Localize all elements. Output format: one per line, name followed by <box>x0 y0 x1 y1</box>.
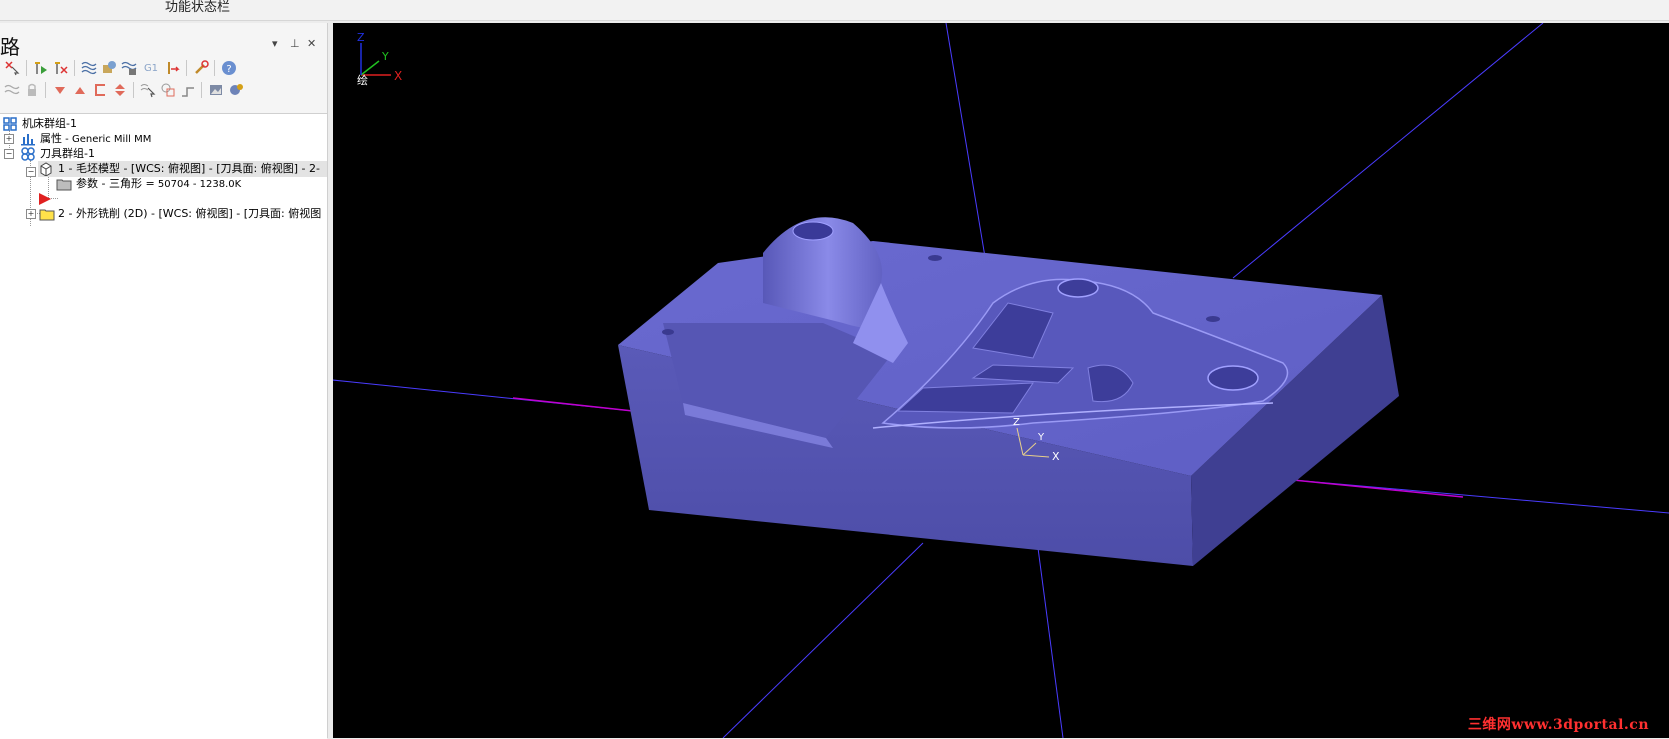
path-icon[interactable] <box>179 81 197 99</box>
tree-row-parameters[interactable]: 参数 - 三角形 = 50704 - 1238.0K <box>0 176 327 192</box>
stock-icon[interactable] <box>100 59 118 77</box>
waves-icon[interactable] <box>80 59 98 77</box>
select-x-icon[interactable] <box>3 59 21 77</box>
part-small-hole-3 <box>662 329 674 335</box>
axis-line-diag-right <box>1232 23 1544 279</box>
pin-icon[interactable]: ⊥ <box>290 37 300 50</box>
help-icon[interactable]: ? <box>220 59 238 77</box>
copy-icon[interactable] <box>159 81 177 99</box>
part-small-hole-2 <box>1206 316 1220 322</box>
properties-machine-name: - Generic Mill MM <box>62 134 152 145</box>
gizmo-y-label: Y <box>381 50 389 63</box>
tree-row-machine-group[interactable]: 机床群组-1 <box>0 116 327 132</box>
contour-folder-icon <box>39 207 55 221</box>
operations-tree[interactable]: 机床群组-1 + 属性 - Generic Mill MM − 刀具群组-1 1… <box>0 113 327 739</box>
axis-line-bottom-left <box>722 542 924 738</box>
parameters-folder-icon <box>56 177 72 191</box>
expand-properties-icon[interactable]: + <box>4 134 14 144</box>
panel-dropdown-icon[interactable]: ▾ <box>272 37 278 50</box>
arrow-up-icon[interactable] <box>71 81 89 99</box>
part-hole-large <box>1207 365 1259 391</box>
g1-icon[interactable]: G1 <box>140 59 162 77</box>
stock-model-cube-icon <box>39 162 53 177</box>
wcs-z-label: Z <box>1013 417 1020 428</box>
function-status-bar: 功能状态栏 <box>0 0 1669 21</box>
watermark-text: 三维网www.3dportal.cn <box>1467 717 1649 733</box>
arrow-down-icon[interactable] <box>51 81 69 99</box>
panel-header: 路 ▾ ⊥ ✕ <box>0 29 327 59</box>
wcs-y-label: Y <box>1037 432 1045 443</box>
part-hole-ring <box>1057 278 1099 298</box>
tree-row-insert-marker[interactable] <box>0 191 327 207</box>
move-updown-icon[interactable] <box>111 81 129 99</box>
wcs-x-label: X <box>1052 450 1060 463</box>
settings-gear-icon[interactable] <box>227 81 245 99</box>
view-orientation-gizmo: X Y Z 绘 <box>357 31 402 87</box>
toolbar-row-2 <box>0 79 327 101</box>
status-bar-title: 功能状态栏 <box>165 0 231 15</box>
operation-2-label: 2 - 外形铣削 (2D) - [WCS: 俯视图] - [刀具面: 俯视图 <box>58 207 322 220</box>
tree-row-operation-1[interactable]: 1 - 毛坯模型 - [WCS: 俯视图] - [刀具面: 俯视图] - 2- <box>38 161 327 177</box>
gizmo-view-label: 绘 <box>357 73 368 87</box>
add-op-icon[interactable] <box>32 59 50 77</box>
viewport-scene[interactable]: X Y Z X Y Z 绘 <box>333 23 1669 738</box>
machined-part-model[interactable] <box>618 217 1399 566</box>
machine-group-icon <box>3 117 17 131</box>
tree-row-operation-2[interactable]: + 2 - 外形铣削 (2D) - [WCS: 俯视图] - [刀具面: 俯视图 <box>0 206 327 222</box>
insert-arrow-icon[interactable] <box>38 192 52 206</box>
gizmo-x-label: X <box>394 69 402 83</box>
toolpath-group-label: 刀具群组-1 <box>40 147 95 160</box>
part-small-hole-1 <box>928 255 942 261</box>
expand-operation-2-icon[interactable]: + <box>26 209 36 219</box>
collapse-toolpath-group-icon[interactable]: − <box>4 149 14 159</box>
lock-icon[interactable] <box>23 81 41 99</box>
axis-line-left-magenta <box>512 397 634 412</box>
select-cursor-icon[interactable] <box>139 81 157 99</box>
operation-1-label: 1 - 毛坯模型 - [WCS: 俯视图] - [刀具面: 俯视图] - 2- <box>58 162 320 175</box>
parameters-label: 参数 - 三角形 = <box>76 177 155 190</box>
delete-op-icon[interactable] <box>52 59 70 77</box>
panel-title: 路 <box>0 35 20 59</box>
machine-group-label: 机床群组-1 <box>22 117 77 130</box>
verify-icon[interactable] <box>120 59 138 77</box>
axis-line-right-magenta <box>1292 479 1464 498</box>
toolpaths-panel: 路 ▾ ⊥ ✕ G1 ? 机床群组-1 + 属性 - Generic Mill … <box>0 23 328 739</box>
axis-line-bottom <box>1037 547 1064 738</box>
properties-label: 属性 <box>40 132 62 145</box>
toolbar-row-1: G1 ? <box>0 57 327 79</box>
insert-icon[interactable] <box>91 81 109 99</box>
image-icon[interactable] <box>207 81 225 99</box>
waves-disabled-icon[interactable] <box>3 81 21 99</box>
close-icon[interactable]: ✕ <box>307 37 316 50</box>
part-boss-hole <box>792 221 834 241</box>
parameters-value: 50704 - 1238.0K <box>154 179 242 190</box>
svg-text:?: ? <box>226 64 231 75</box>
tree-row-toolpath-group[interactable]: − 刀具群组-1 <box>0 146 327 162</box>
gizmo-z-label: Z <box>357 31 365 44</box>
wrench-icon[interactable] <box>192 59 210 77</box>
properties-bar-icon <box>21 132 35 146</box>
tree-row-properties[interactable]: + 属性 - Generic Mill MM <box>0 131 327 147</box>
post-icon[interactable] <box>164 59 182 77</box>
graphics-viewport[interactable]: X Y Z X Y Z 绘 三维网www.3dportal.cn <box>333 23 1669 738</box>
toolpath-group-icon <box>21 147 35 161</box>
